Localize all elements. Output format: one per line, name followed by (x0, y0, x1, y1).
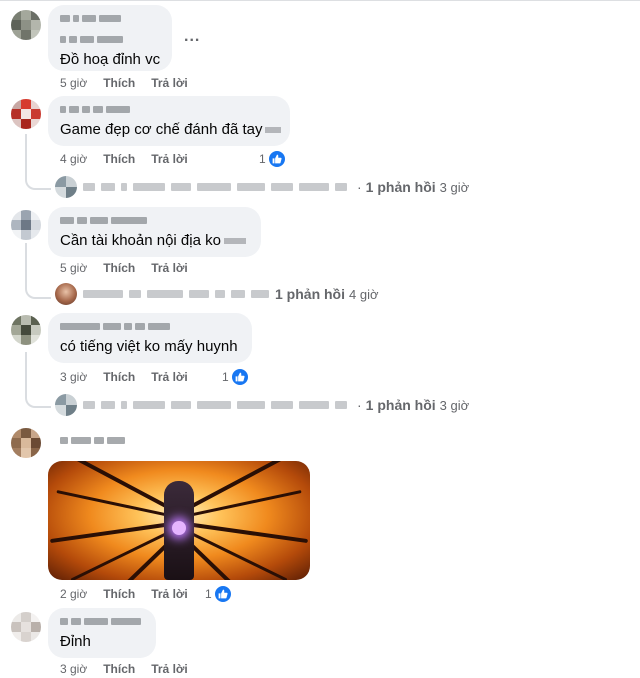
reply-preview-blurred (83, 401, 347, 409)
reaction-count: 1 (222, 370, 229, 384)
reply-avatar (55, 176, 77, 198)
comment-bubble: Game đẹp cơ chế đánh đã tay (48, 96, 290, 146)
reaction-summary[interactable]: 1 (222, 368, 249, 386)
reply-avatar (55, 394, 77, 416)
comment-time[interactable]: 5 giờ (60, 261, 87, 275)
thumbs-up-icon (213, 585, 232, 603)
avatar[interactable] (11, 315, 41, 345)
like-button[interactable]: Thích (103, 76, 135, 90)
reply-count[interactable]: 1 phản hồi (275, 286, 345, 302)
thread-connector (25, 283, 51, 299)
reply-time: 3 giờ (439, 179, 470, 195)
avatar[interactable] (11, 428, 41, 458)
comment-bubble: Đồ hoạ đỉnh vc (48, 5, 172, 71)
comment-text: Cần tài khoản nội địa ko (60, 232, 246, 249)
reply-button[interactable]: Trả lời (151, 587, 188, 601)
top-divider (0, 0, 640, 1)
avatar[interactable] (11, 612, 41, 642)
reply-count[interactable]: 1 phản hồi (366, 179, 436, 195)
like-button[interactable]: Thích (103, 662, 135, 676)
reply-preview-blurred (83, 290, 269, 298)
comment-time[interactable]: 2 giờ (60, 587, 87, 601)
comment-actions: 5 giờ Thích Trả lời (60, 76, 204, 90)
like-button[interactable]: Thích (103, 261, 135, 275)
comment-text: Game đẹp cơ chế đánh đã tay (60, 121, 282, 138)
reply-button[interactable]: Trả lời (151, 152, 188, 166)
comment-actions: 3 giờ Thích Trả lời (60, 370, 204, 384)
reply-button[interactable]: Trả lời (151, 662, 188, 676)
comment-image[interactable] (48, 461, 310, 580)
thumbs-up-icon (267, 150, 286, 168)
avatar[interactable] (11, 210, 41, 240)
reply-preview-blurred (83, 183, 347, 191)
comment-time[interactable]: 5 giờ (60, 76, 87, 90)
thread-connector (25, 392, 51, 408)
view-replies[interactable]: 1 phản hồi 4 giờ (55, 283, 379, 305)
comment-actions: 2 giờ Thích Trả lời (60, 587, 204, 601)
commenter-name[interactable] (60, 106, 130, 113)
commenter-name[interactable] (60, 618, 141, 625)
commenter-name[interactable] (60, 323, 170, 330)
commenter-name[interactable] (60, 15, 121, 22)
thumbs-up-icon (230, 368, 249, 386)
reply-count[interactable]: 1 phản hồi (366, 397, 436, 413)
reply-time: 4 giờ (349, 286, 379, 302)
commenter-name[interactable] (60, 217, 147, 224)
avatar[interactable] (11, 99, 41, 129)
reply-button[interactable]: Trả lời (151, 76, 188, 90)
reply-avatar (55, 283, 77, 305)
comment-time[interactable]: 3 giờ (60, 370, 87, 384)
reaction-count: 1 (205, 587, 212, 601)
like-button[interactable]: Thích (103, 587, 135, 601)
view-replies[interactable]: · 1 phản hồi 3 giờ (55, 176, 469, 198)
reaction-summary[interactable]: 1 (259, 150, 286, 168)
reply-time: 3 giờ (439, 397, 470, 413)
avatar[interactable] (11, 10, 41, 40)
commenter-name[interactable] (60, 437, 125, 444)
comment-actions: 3 giờ Thích Trả lời (60, 662, 204, 676)
thread-line (25, 243, 27, 283)
reaction-summary[interactable]: 1 (205, 585, 232, 603)
thread-connector (25, 174, 51, 190)
comment-actions: 4 giờ Thích Trả lời (60, 152, 204, 166)
comment-actions: 5 giờ Thích Trả lời (60, 261, 204, 275)
separator-dot: · (357, 397, 362, 413)
comment-bubble: Đỉnh (48, 608, 156, 658)
like-button[interactable]: Thích (103, 370, 135, 384)
more-options-icon[interactable]: ... (184, 28, 200, 46)
comment-bubble: có tiếng việt ko mấy huynh (48, 313, 252, 363)
like-button[interactable]: Thích (103, 152, 135, 166)
reply-button[interactable]: Trả lời (151, 261, 188, 275)
comment-time[interactable]: 4 giờ (60, 152, 87, 166)
view-replies[interactable]: · 1 phản hồi 3 giờ (55, 394, 469, 416)
reply-button[interactable]: Trả lời (151, 370, 188, 384)
commenter-name-line2 (60, 36, 123, 43)
comment-text: Đỉnh (60, 633, 91, 650)
thread-line (25, 134, 27, 174)
reaction-count: 1 (259, 152, 266, 166)
thread-line (25, 352, 27, 392)
comment-bubble: Cần tài khoản nội địa ko (48, 207, 261, 257)
separator-dot: · (357, 179, 362, 195)
comment-text: có tiếng việt ko mấy huynh (60, 338, 238, 355)
comment-time[interactable]: 3 giờ (60, 662, 87, 676)
comment-text: Đồ hoạ đỉnh vc (60, 51, 161, 68)
